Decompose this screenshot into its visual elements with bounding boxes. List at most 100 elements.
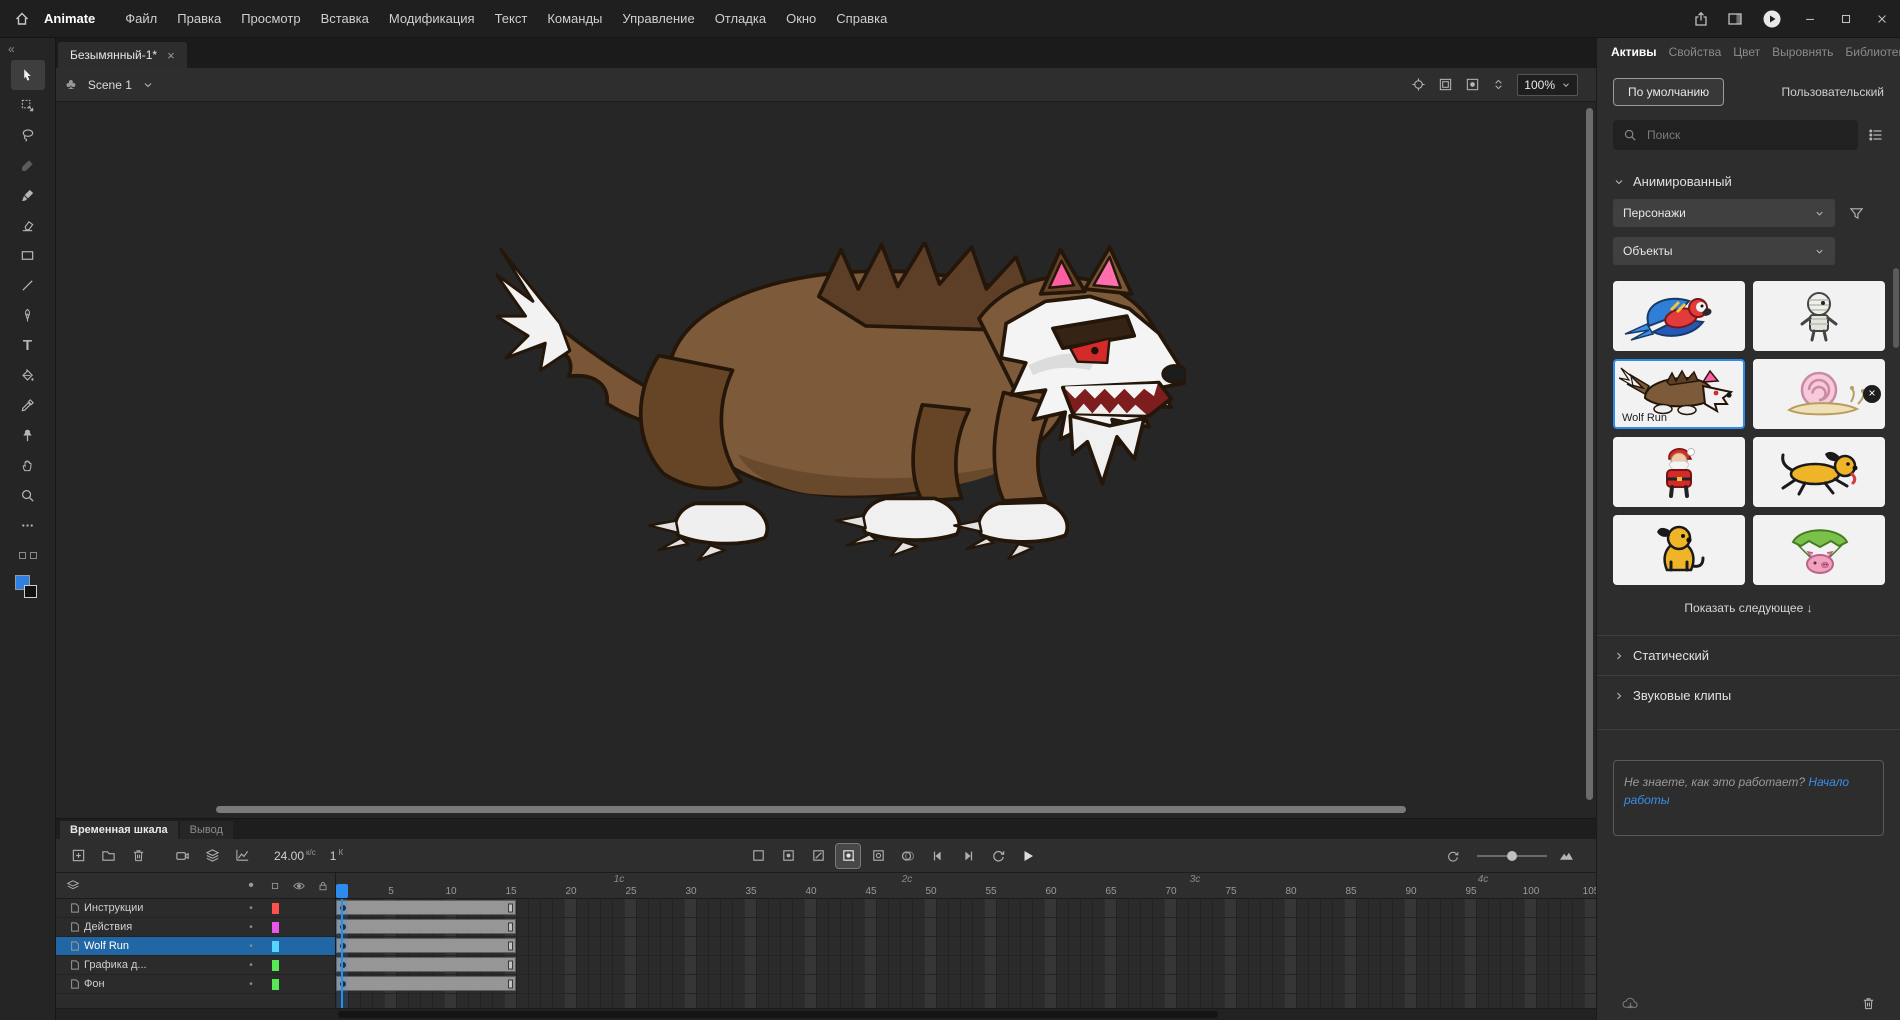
workspace-icon[interactable] bbox=[1718, 0, 1752, 38]
timeline-tab-Временная шкала[interactable]: Временная шкала bbox=[60, 821, 178, 839]
app-brand[interactable]: Animate bbox=[44, 11, 95, 26]
section-static[interactable]: Статический bbox=[1597, 635, 1900, 675]
asset-thumbnail-parrot[interactable] bbox=[1613, 281, 1745, 351]
frame-span-end[interactable] bbox=[508, 960, 513, 969]
timeline-tab-Вывод[interactable]: Вывод bbox=[180, 821, 233, 839]
mode-custom-button[interactable]: Пользовательский bbox=[1781, 85, 1884, 99]
timeline-scrollbar-thumb[interactable] bbox=[338, 1011, 1218, 1018]
onion-skin-button[interactable] bbox=[896, 844, 920, 868]
layer-frames-row[interactable] bbox=[336, 918, 1596, 937]
delete-frame-button[interactable] bbox=[806, 844, 830, 868]
layer-status-dot[interactable]: • bbox=[239, 922, 263, 933]
insert-frame-button[interactable] bbox=[746, 844, 770, 868]
layer-frames-row[interactable] bbox=[336, 975, 1596, 994]
layer-status-dot[interactable]: • bbox=[239, 979, 263, 990]
outline-column-icon[interactable] bbox=[263, 880, 287, 892]
maximize-button[interactable] bbox=[1828, 0, 1864, 38]
search-input[interactable] bbox=[1645, 127, 1848, 143]
timeline-zoom-slider[interactable] bbox=[1477, 855, 1547, 857]
wolf-artwork[interactable] bbox=[496, 242, 1186, 575]
menu-Файл[interactable]: Файл bbox=[115, 11, 167, 26]
menu-Вставка[interactable]: Вставка bbox=[311, 11, 379, 26]
category-select[interactable]: Персонажи bbox=[1613, 199, 1835, 227]
layer-status-dot[interactable]: • bbox=[239, 903, 263, 914]
panel-tab-Выровнять[interactable]: Выровнять bbox=[1772, 45, 1833, 59]
layer-row-Действия[interactable]: Действия• bbox=[56, 918, 335, 937]
eraser-tool[interactable] bbox=[11, 210, 45, 240]
layer-depth-button[interactable] bbox=[200, 844, 224, 868]
pen-tool[interactable] bbox=[11, 300, 45, 330]
layer-row-Инструкции[interactable]: Инструкции• bbox=[56, 899, 335, 918]
panel-tab-Активы[interactable]: Активы bbox=[1611, 45, 1657, 59]
layer-row-Графика д...[interactable]: Графика д...• bbox=[56, 956, 335, 975]
list-view-icon[interactable] bbox=[1868, 127, 1884, 143]
frame-span-end[interactable] bbox=[508, 979, 513, 988]
document-tab[interactable]: Безымянный-1* × bbox=[58, 42, 187, 68]
slider-knob[interactable] bbox=[1507, 851, 1517, 861]
frame-span[interactable] bbox=[336, 957, 516, 972]
menu-Текст[interactable]: Текст bbox=[485, 11, 538, 26]
asset-thumbnail-dog-sitting[interactable] bbox=[1613, 515, 1745, 585]
center-stage-icon[interactable] bbox=[1411, 77, 1426, 92]
visibility-column-icon[interactable] bbox=[287, 879, 311, 893]
layer-row-Wolf Run[interactable]: Wolf Run• bbox=[56, 937, 335, 956]
default-colors-icon[interactable] bbox=[19, 552, 37, 559]
home-icon[interactable] bbox=[14, 11, 30, 27]
add-frame-button[interactable] bbox=[66, 844, 90, 868]
insert-blank-keyframe-button[interactable] bbox=[866, 844, 890, 868]
asset-thumbnail-wolf-run[interactable]: Wolf Run bbox=[1613, 359, 1745, 429]
frame-span-end[interactable] bbox=[508, 903, 513, 912]
frame-span-end[interactable] bbox=[508, 941, 513, 950]
zoom-tool[interactable] bbox=[11, 480, 45, 510]
rectangle-tool[interactable] bbox=[11, 240, 45, 270]
line-tool[interactable] bbox=[11, 270, 45, 300]
type-select[interactable]: Объекты bbox=[1613, 237, 1835, 265]
asset-thumbnail-dog-running[interactable] bbox=[1753, 437, 1885, 507]
new-folder-button[interactable] bbox=[96, 844, 120, 868]
canvas-horizontal-scrollbar[interactable] bbox=[216, 806, 1406, 813]
asset-warp-tool[interactable] bbox=[11, 420, 45, 450]
text-tool[interactable]: T bbox=[11, 330, 45, 360]
paint-bucket-tool[interactable] bbox=[11, 360, 45, 390]
close-icon[interactable]: × bbox=[167, 48, 175, 63]
canvas-vertical-scrollbar[interactable] bbox=[1586, 108, 1593, 800]
play-button[interactable] bbox=[1016, 844, 1040, 868]
highlight-column-icon[interactable]: • bbox=[239, 877, 263, 895]
panel-tab-Цвет[interactable]: Цвет bbox=[1733, 45, 1760, 59]
lasso-tool[interactable] bbox=[11, 120, 45, 150]
zoom-stepper-icon[interactable] bbox=[1492, 78, 1505, 91]
playhead-line[interactable] bbox=[341, 899, 343, 1008]
zoom-level-select[interactable]: 100% bbox=[1517, 74, 1578, 96]
frame-rows[interactable] bbox=[336, 899, 1596, 1008]
layer-color-chip[interactable] bbox=[272, 922, 279, 933]
timeline-scrollbar[interactable] bbox=[56, 1008, 1596, 1020]
section-sound-clips[interactable]: Звуковые клипы bbox=[1597, 675, 1900, 715]
step-forward-button[interactable] bbox=[956, 844, 980, 868]
menu-Окно[interactable]: Окно bbox=[776, 11, 826, 26]
test-movie-icon[interactable] bbox=[1752, 0, 1792, 38]
panel-tab-Свойства[interactable]: Свойства bbox=[1669, 45, 1722, 59]
chevron-down-icon[interactable] bbox=[142, 79, 154, 91]
menu-Управление[interactable]: Управление bbox=[612, 11, 704, 26]
loop-button[interactable] bbox=[986, 844, 1010, 868]
cloud-download-icon[interactable] bbox=[1621, 996, 1640, 1011]
layer-color-chip[interactable] bbox=[272, 960, 279, 971]
reset-timeline-zoom-button[interactable] bbox=[1441, 844, 1465, 868]
minimize-button[interactable] bbox=[1792, 0, 1828, 38]
menu-Модификация[interactable]: Модификация bbox=[379, 11, 485, 26]
hand-tool[interactable] bbox=[11, 450, 45, 480]
layer-color-chip[interactable] bbox=[272, 941, 279, 952]
layer-row-Фон[interactable]: Фон• bbox=[56, 975, 335, 994]
mode-default-button[interactable]: По умолчанию bbox=[1613, 78, 1724, 106]
scene-name[interactable]: Scene 1 bbox=[88, 78, 132, 92]
frame-span[interactable] bbox=[336, 938, 516, 953]
step-back-button[interactable] bbox=[926, 844, 950, 868]
trash-icon[interactable] bbox=[1861, 996, 1876, 1011]
fluid-brush-tool[interactable] bbox=[11, 150, 45, 180]
menu-Команды[interactable]: Команды bbox=[537, 11, 612, 26]
frame-span[interactable] bbox=[336, 919, 516, 934]
layer-status-dot[interactable]: • bbox=[239, 941, 263, 952]
menu-Справка[interactable]: Справка bbox=[826, 11, 897, 26]
frame-span[interactable] bbox=[336, 976, 516, 991]
frame-view-icon[interactable] bbox=[1559, 848, 1574, 863]
